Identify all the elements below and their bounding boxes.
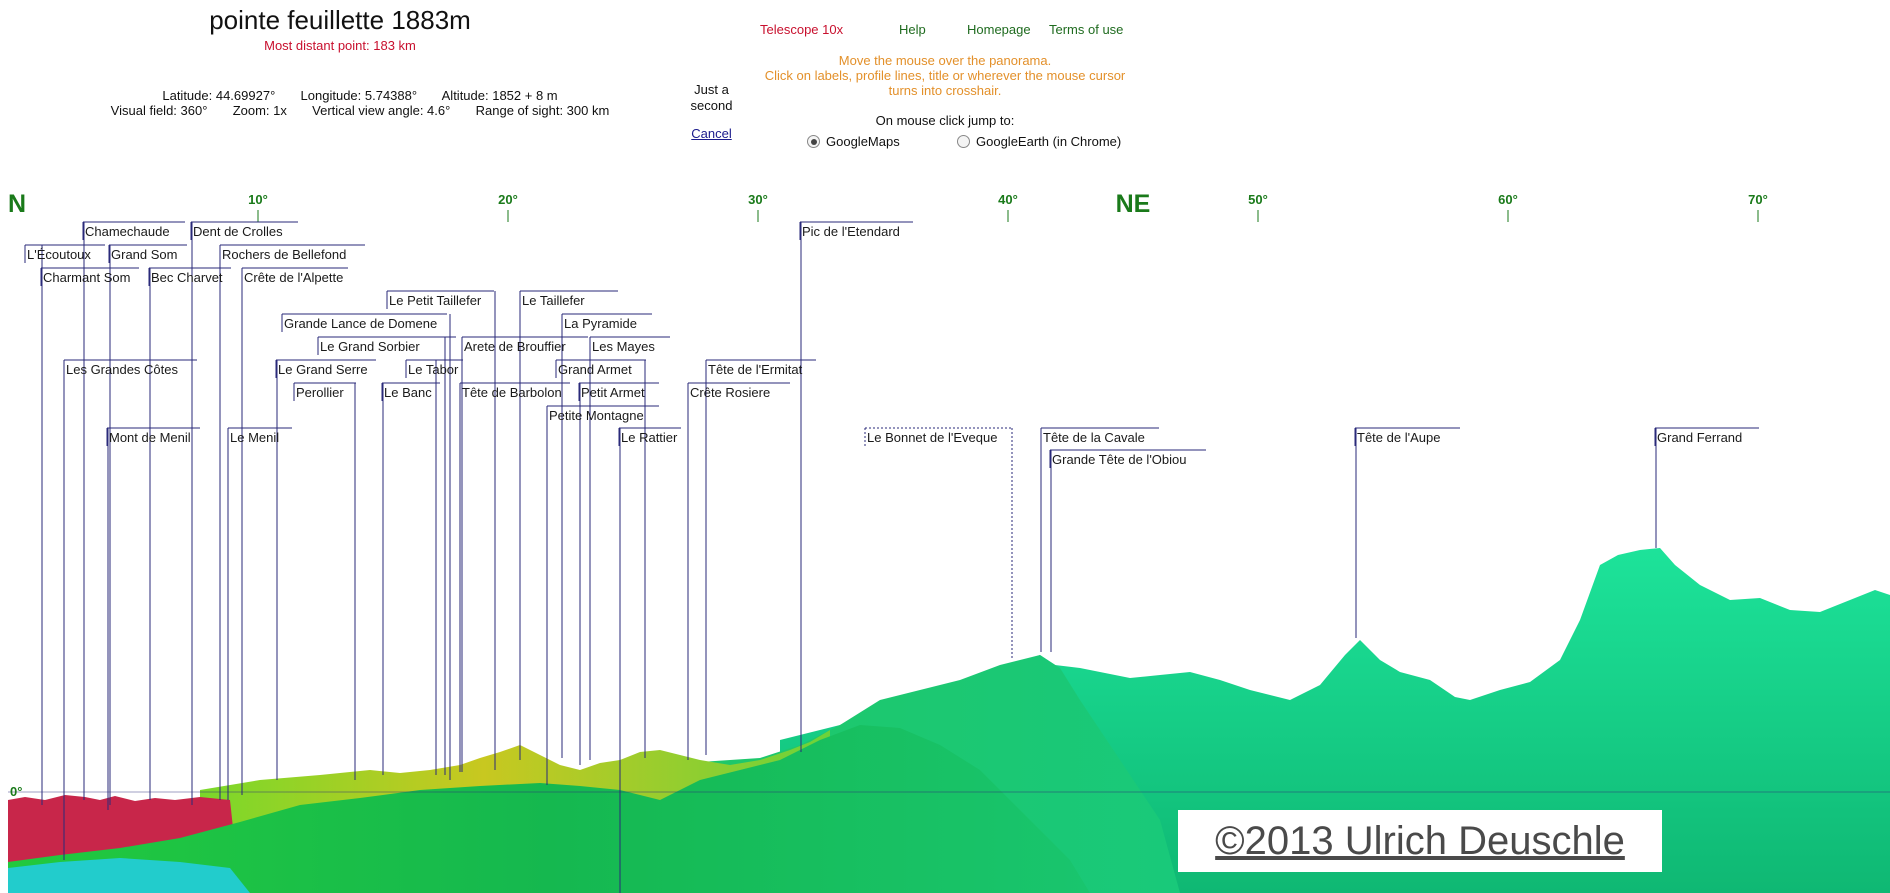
peak-name[interactable]: L'Écoutoux xyxy=(27,247,91,262)
horizon-label: 0° xyxy=(10,784,22,799)
peak-name[interactable]: Le Grand Serre xyxy=(278,362,368,377)
peak-name[interactable]: Mont de Menil xyxy=(109,430,191,445)
peak-label[interactable]: Chamechaude xyxy=(82,221,185,800)
cardinal-direction: NE xyxy=(1116,190,1151,218)
degree-tick-label: 70° xyxy=(1748,192,1768,207)
peak-label[interactable]: Petite Montagne xyxy=(546,405,659,785)
watermark-text: ©2013 Ulrich Deuschle xyxy=(1215,818,1625,863)
peak-label[interactable]: La Pyramide xyxy=(561,313,652,758)
peak-label[interactable]: Le Banc xyxy=(381,382,440,775)
peak-name[interactable]: Tête de Barbolon xyxy=(462,385,562,400)
peak-label[interactable]: Perollier xyxy=(293,382,356,780)
peak-label[interactable]: Le Grand Serre xyxy=(275,359,376,780)
peak-label[interactable]: Grand Som xyxy=(108,244,187,805)
peak-label[interactable]: Grand Ferrand xyxy=(1654,427,1759,548)
peak-name[interactable]: Le Petit Taillefer xyxy=(389,293,482,308)
peak-name[interactable]: Grand Armet xyxy=(558,362,632,377)
peak-name[interactable]: Crête Rosiere xyxy=(690,385,770,400)
peak-label[interactable]: L'Écoutoux xyxy=(24,244,105,805)
peak-name[interactable]: Le Grand Sorbier xyxy=(320,339,420,354)
peak-name[interactable]: Pic de l'Etendard xyxy=(802,224,900,239)
peak-name[interactable]: Grande Lance de Domene xyxy=(284,316,437,331)
peak-label[interactable]: Crête Rosiere xyxy=(687,382,790,760)
peak-name[interactable]: Bec Charvet xyxy=(151,270,223,285)
peak-name[interactable]: Chamechaude xyxy=(85,224,170,239)
peak-name[interactable]: Tête de l'Aupe xyxy=(1357,430,1440,445)
degree-tick-label: 10° xyxy=(248,192,268,207)
peak-name[interactable]: Petite Montagne xyxy=(549,408,644,423)
peak-name[interactable]: Perollier xyxy=(296,385,344,400)
peak-name[interactable]: Le Banc xyxy=(384,385,432,400)
peak-name[interactable]: Les Grandes Côtes xyxy=(66,362,179,377)
peak-name[interactable]: Les Mayes xyxy=(592,339,655,354)
peak-label[interactable]: Mont de Menil xyxy=(106,427,200,810)
peak-name[interactable]: Le Menil xyxy=(230,430,279,445)
peak-label[interactable]: Tête de l'Ermitat xyxy=(705,359,816,755)
peak-name[interactable]: Tête de l'Ermitat xyxy=(708,362,803,377)
peak-label[interactable]: Le Menil xyxy=(227,427,292,800)
peak-name[interactable]: Crête de l'Alpette xyxy=(244,270,343,285)
degree-tick-label: 20° xyxy=(498,192,518,207)
peak-label[interactable]: Charmant Som xyxy=(40,267,139,805)
peak-name[interactable]: La Pyramide xyxy=(564,316,637,331)
degree-tick-label: 30° xyxy=(748,192,768,207)
peak-name[interactable]: Tête de la Cavale xyxy=(1043,430,1145,445)
peak-label[interactable]: Le Bonnet de l'Eveque xyxy=(864,427,1013,660)
panorama[interactable]: 10° 20° 30° 40° 50° 60° 70° N NE 0° Chamechaude De… xyxy=(0,0,1890,893)
degree-tick-label: 60° xyxy=(1498,192,1518,207)
degree-tick-label: 50° xyxy=(1248,192,1268,207)
peak-name[interactable]: Le Taillefer xyxy=(522,293,585,308)
peak-name[interactable]: Arete de Brouffier xyxy=(464,339,566,354)
peak-name[interactable]: Le Bonnet de l'Eveque xyxy=(867,430,997,445)
cardinal-direction: N xyxy=(8,190,26,218)
peak-label[interactable]: Les Mayes xyxy=(589,336,670,760)
peak-label[interactable]: Grande Tête de l'Obiou xyxy=(1049,449,1206,652)
peak-label[interactable]: Le Tabor xyxy=(405,359,463,775)
copyright-watermark: ©2013 Ulrich Deuschle xyxy=(1178,810,1662,872)
peak-label[interactable]: Tête de l'Aupe xyxy=(1354,427,1460,638)
peak-name[interactable]: Le Tabor xyxy=(408,362,459,377)
peak-label[interactable]: Dent de Crolles xyxy=(190,221,298,805)
peak-name[interactable]: Le Rattier xyxy=(621,430,678,445)
peak-label[interactable]: Bec Charvet xyxy=(148,267,231,800)
peak-name[interactable]: Charmant Som xyxy=(43,270,130,285)
peak-name[interactable]: Petit Armet xyxy=(581,385,645,400)
peak-label[interactable]: Pic de l'Etendard xyxy=(799,221,913,752)
peak-name[interactable]: Grand Som xyxy=(111,247,177,262)
peak-name[interactable]: Rochers de Bellefond xyxy=(222,247,346,262)
peak-label[interactable]: Arete de Brouffier xyxy=(461,336,588,772)
peak-label[interactable]: Le Grand Sorbier xyxy=(317,336,456,775)
peak-name[interactable]: Grande Tête de l'Obiou xyxy=(1052,452,1187,467)
peak-name[interactable]: Dent de Crolles xyxy=(193,224,283,239)
degree-tick-label: 40° xyxy=(998,192,1018,207)
peak-label[interactable]: Tête de Barbolon xyxy=(459,382,570,772)
peak-name[interactable]: Grand Ferrand xyxy=(1657,430,1742,445)
peak-label[interactable]: Grande Lance de Domene xyxy=(281,313,451,780)
